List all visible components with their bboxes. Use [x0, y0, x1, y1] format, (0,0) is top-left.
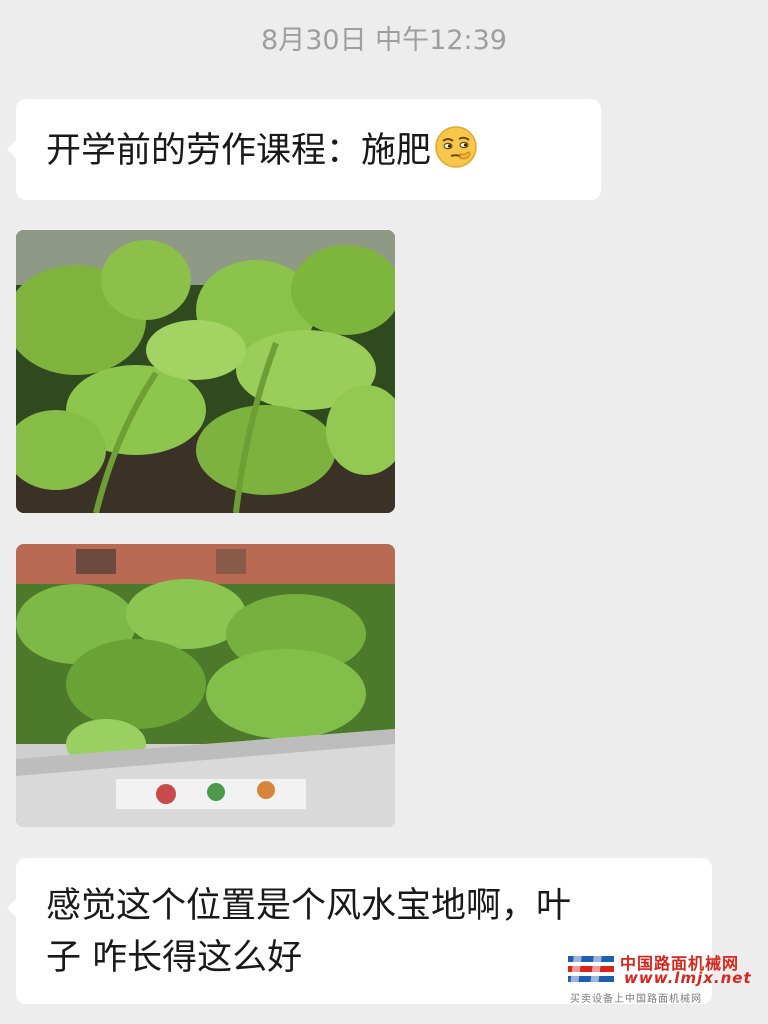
- watermark: 中国路面机械网 www.lmjx.net 买卖设备上中国路面机械网: [566, 950, 762, 1010]
- seedlings-closeup-image[interactable]: [16, 230, 395, 513]
- chat-screen: 8月30日 中午12:39 开学前的劳作课程：施肥 感觉这个位置是个风水宝地啊，…: [0, 0, 768, 1024]
- message-text-line-1: 感觉这个位置是个风水宝地啊，叶: [46, 886, 572, 926]
- watermark-url: www.lmjx.net: [624, 969, 752, 987]
- message-text: 开学前的劳作课程：施肥: [46, 131, 432, 171]
- message-bubble-1[interactable]: 开学前的劳作课程：施肥: [7, 99, 601, 200]
- watermark-slogan: 买卖设备上中国路面机械网: [570, 994, 702, 1005]
- message-timestamp: 8月30日 中午12:39: [261, 25, 507, 56]
- thinking-face-icon: [433, 124, 479, 170]
- planter-box-image[interactable]: [16, 544, 395, 827]
- lmjx-logo-icon: [568, 954, 614, 986]
